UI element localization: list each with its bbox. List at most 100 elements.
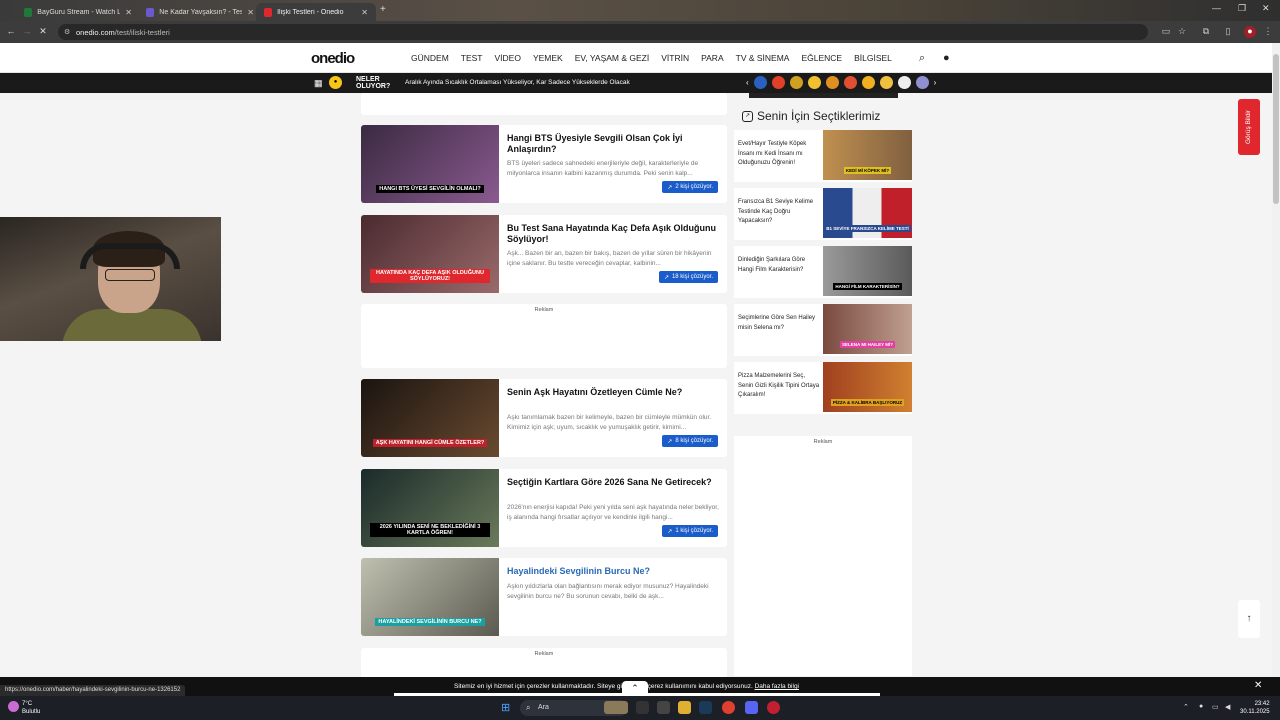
app-icon[interactable]: [657, 701, 670, 714]
sidebar-item-text[interactable]: Fransızca B1 Seviye Kelime Testinde Kaç …: [738, 198, 820, 227]
steam-icon[interactable]: [699, 701, 712, 714]
close-icon[interactable]: ✕: [1254, 680, 1262, 691]
network-icon[interactable]: ▭: [1212, 703, 1219, 711]
solvers-badge[interactable]: ↗ 18 kişi çözüyor.: [658, 271, 718, 283]
nav-item-video[interactable]: VİDEO: [495, 53, 521, 63]
reaction-icon[interactable]: [897, 76, 911, 89]
nav-item-para[interactable]: PARA: [701, 53, 724, 63]
close-icon[interactable]: ✕: [125, 8, 132, 17]
maximize-icon[interactable]: ❐: [1238, 3, 1246, 14]
user-icon[interactable]: ●: [943, 52, 950, 64]
sidebar-item-thumb[interactable]: B1 SEVİYE FRANSIZCA KELİME TESTİ: [823, 188, 912, 238]
stop-loading-icon[interactable]: ✕: [34, 26, 52, 37]
reaction-icon[interactable]: [789, 76, 803, 89]
nav-item-vitrin[interactable]: VİTRİN: [661, 53, 689, 63]
reaction-icon[interactable]: [879, 76, 893, 89]
cast-icon[interactable]: ▭: [1160, 26, 1172, 38]
sidebar-item-text[interactable]: Evet/Hayır Testiyle Köpek İnsanı mı Kedi…: [738, 140, 820, 169]
browser-tab[interactable]: BayGuru Stream - Watch Live o ✕: [16, 3, 140, 21]
nav-item-tv-sinema[interactable]: TV & SİNEMA: [736, 53, 790, 63]
volume-icon[interactable]: ◀: [1225, 703, 1230, 711]
sidebar-item-text[interactable]: Dinlediğin Şarkılara Göre Hangi Film Kar…: [738, 256, 820, 275]
menu-icon[interactable]: ⋮: [1262, 26, 1274, 38]
new-tab-icon[interactable]: +: [380, 4, 386, 15]
close-window-icon[interactable]: ✕: [1262, 3, 1270, 14]
nav-item-eglence[interactable]: EĞLENCE: [801, 53, 842, 63]
close-icon[interactable]: ✕: [361, 8, 368, 17]
test-card[interactable]: HAYATINDA KAÇ DEFA AŞIK OLDUĞUNU SÖYLÜYO…: [361, 215, 727, 293]
scrollbar-thumb[interactable]: [1273, 54, 1279, 204]
test-title[interactable]: Senin Aşk Hayatını Özetleyen Cümle Ne?: [507, 387, 717, 398]
sidebar-item-text[interactable]: Pizza Malzemelerini Seç, Senin Gizli Kiş…: [738, 372, 820, 401]
test-title[interactable]: Hangi BTS Üyesiyle Sevgili Olsan Çok İyi…: [507, 133, 717, 155]
nav-item-yemek[interactable]: YEMEK: [533, 53, 563, 63]
neler-oluyor-label[interactable]: NELER OLUYOR?: [356, 76, 390, 90]
extensions-icon[interactable]: ⧉: [1200, 26, 1212, 38]
sidebar-item[interactable]: Pizza Malzemelerini Seç, Senin Gizli Kiş…: [734, 362, 912, 414]
sidebar-item-thumb[interactable]: SELENA MI HAILEY Mİ?: [823, 304, 912, 354]
mic-icon[interactable]: ●: [1199, 703, 1203, 710]
file-explorer-icon[interactable]: [678, 701, 691, 714]
sidebar-item-thumb[interactable]: PİZZA & KALİBRA BAŞLIYORUZ: [823, 362, 912, 412]
profile-avatar[interactable]: ●: [1244, 26, 1256, 38]
app-icon[interactable]: [767, 701, 780, 714]
tray-chevron-icon[interactable]: ⌃: [1183, 703, 1189, 711]
nav-item-bilgisel[interactable]: BİLGİSEL: [854, 53, 892, 63]
chevron-right-icon[interactable]: ›: [934, 78, 937, 87]
solvers-badge[interactable]: ↗ 8 kişi çözüyor.: [662, 435, 718, 447]
sidebar-item-thumb[interactable]: HANGİ FİLM KARAKTERİSİN?: [823, 246, 912, 296]
reaction-icon[interactable]: [861, 76, 875, 89]
test-title[interactable]: Hayalindeki Sevgilinin Burcu Ne?: [507, 566, 717, 577]
solvers-badge[interactable]: ↗ 2 kişi çözüyor.: [662, 181, 718, 193]
nav-item-gundem[interactable]: GÜNDEM: [411, 53, 449, 63]
test-card[interactable]: AŞK HAYATINI HANGİ CÜMLE ÖZETLER? Senin …: [361, 379, 727, 457]
grid-menu-icon[interactable]: ▦: [314, 78, 323, 89]
test-card[interactable]: 2026 YILINDA SENİ NE BEKLEDİĞİNİ 3 KARTL…: [361, 469, 727, 547]
taskbar-clock[interactable]: 23:42 30.11.2025: [1240, 700, 1270, 716]
chevron-left-icon[interactable]: ‹: [746, 78, 749, 87]
bookmark-star-icon[interactable]: ☆: [1176, 26, 1188, 38]
feedback-button[interactable]: Görüş Bildir: [1238, 99, 1260, 155]
reaction-icon[interactable]: [843, 76, 857, 89]
cookie-more-link[interactable]: Daha fazla bilgi: [755, 683, 799, 690]
windows-start-icon[interactable]: ⊞: [501, 701, 510, 714]
site-info-icon[interactable]: ⚙: [64, 28, 70, 36]
solvers-badge[interactable]: ↗ 1 kişi çözüyor.: [662, 525, 718, 537]
browser-tab-active[interactable]: İlişki Testleri - Onedio ✕: [256, 3, 376, 21]
chrome-icon[interactable]: [722, 701, 735, 714]
minimize-icon[interactable]: —: [1212, 3, 1221, 13]
test-card[interactable]: HANGI BTS ÜYESİ SEVGİLİN OLMALI? Hangi B…: [361, 125, 727, 203]
sidebar-item[interactable]: Seçimlerine Göre Sen Hailey misin Selena…: [734, 304, 912, 356]
test-title[interactable]: Bu Test Sana Hayatında Kaç Defa Aşık Old…: [507, 223, 717, 245]
sidebar-item[interactable]: Evet/Hayır Testiyle Köpek İnsanı mı Kedi…: [734, 130, 912, 182]
sidebar-item-thumb[interactable]: KEDİ Mİ KÖPEK Mİ?: [823, 130, 912, 180]
nav-item-test[interactable]: TEST: [461, 53, 483, 63]
test-thumbnail[interactable]: HANGI BTS ÜYESİ SEVGİLİN OLMALI?: [361, 125, 499, 203]
test-card[interactable]: HAYALİNDEKİ SEVGİLİNİN BURCU NE? Hayalin…: [361, 558, 727, 636]
url-field[interactable]: ⚙ onedio.com/test/iliski-testleri: [58, 24, 1148, 40]
task-view-icon[interactable]: [636, 701, 649, 714]
test-thumbnail[interactable]: 2026 YILINDA SENİ NE BEKLEDİĞİNİ 3 KARTL…: [361, 469, 499, 547]
browser-tab[interactable]: Ne Kadar Yavşaksın? - Test ✕: [138, 3, 262, 21]
weather-widget[interactable]: 7°C Bulutlu: [8, 700, 40, 716]
test-thumbnail[interactable]: HAYALİNDEKİ SEVGİLİNİN BURCU NE?: [361, 558, 499, 636]
onedio-logo[interactable]: onedio: [311, 50, 355, 67]
discord-icon[interactable]: [745, 701, 758, 714]
test-title[interactable]: Seçtiğin Kartlara Göre 2026 Sana Ne Geti…: [507, 477, 717, 488]
test-thumbnail[interactable]: AŞK HAYATINI HANGİ CÜMLE ÖZETLER?: [361, 379, 499, 457]
reaction-icon[interactable]: [753, 76, 767, 89]
taskbar-widget-icon[interactable]: [604, 701, 628, 714]
reaction-icon[interactable]: [771, 76, 785, 89]
reaction-icon[interactable]: [825, 76, 839, 89]
reaction-icon[interactable]: [915, 76, 929, 89]
close-icon[interactable]: ✕: [247, 8, 254, 17]
ticker-headline[interactable]: Aralık Ayında Sıcaklık Ortalaması Yüksel…: [405, 79, 630, 86]
sidebar-item-text[interactable]: Seçimlerine Göre Sen Hailey misin Selena…: [738, 314, 820, 333]
search-icon[interactable]: ⌕: [919, 52, 925, 65]
reaction-icon[interactable]: [807, 76, 821, 89]
test-thumbnail[interactable]: HAYATINDA KAÇ DEFA AŞIK OLDUĞUNU SÖYLÜYO…: [361, 215, 499, 293]
nav-item-ev-yasam[interactable]: EV, YAŞAM & GEZİ: [575, 53, 649, 63]
sidebar-item[interactable]: Dinlediğin Şarkılara Göre Hangi Film Kar…: [734, 246, 912, 298]
sidebar-icon[interactable]: ▯: [1222, 26, 1234, 38]
sidebar-item[interactable]: Fransızca B1 Seviye Kelime Testinde Kaç …: [734, 188, 912, 240]
